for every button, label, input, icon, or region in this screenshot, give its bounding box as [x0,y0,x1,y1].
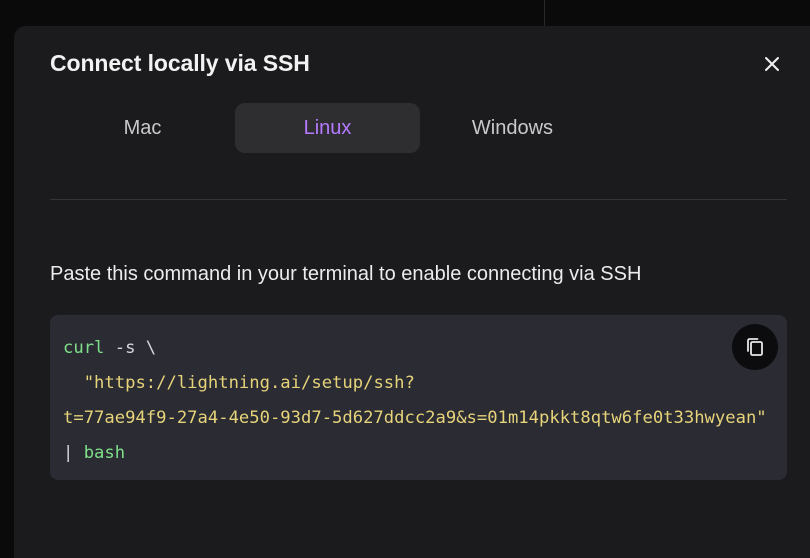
tab-windows[interactable]: Windows [420,103,605,153]
code-url-part2: t=77ae94f9-27a4-4e50-93d7-5d627ddcc2a9&s… [63,408,767,428]
close-icon [765,57,779,71]
instruction-text: Paste this command in your terminal to e… [50,263,642,285]
code-command-curl: curl [63,338,105,358]
tab-linux[interactable]: Linux [235,103,420,153]
command-code-block: curl -s \ "https://lightning.ai/setup/ss… [50,315,787,480]
close-button[interactable] [760,52,784,76]
code-flags: -s \ [104,338,157,358]
command-code[interactable]: curl -s \ "https://lightning.ai/setup/ss… [63,331,767,471]
tab-linux-label: Linux [303,116,352,139]
modal-title: Connect locally via SSH [50,50,310,76]
code-command-bash: bash [83,443,126,463]
copy-icon [747,338,763,356]
ssh-connect-modal: Connect locally via SSH Mac Linux Window… [14,26,810,558]
code-pipe: | [63,443,84,463]
backdrop-divider [544,0,545,26]
section-divider [50,199,787,200]
code-url-part1: "https://lightning.ai/setup/ssh? [83,373,415,393]
tab-mac-label: Mac [123,116,162,139]
tab-mac[interactable]: Mac [50,103,235,153]
tab-windows-label: Windows [471,116,554,139]
os-tabs: Mac Linux Windows [50,103,606,153]
copy-button[interactable] [732,324,778,370]
